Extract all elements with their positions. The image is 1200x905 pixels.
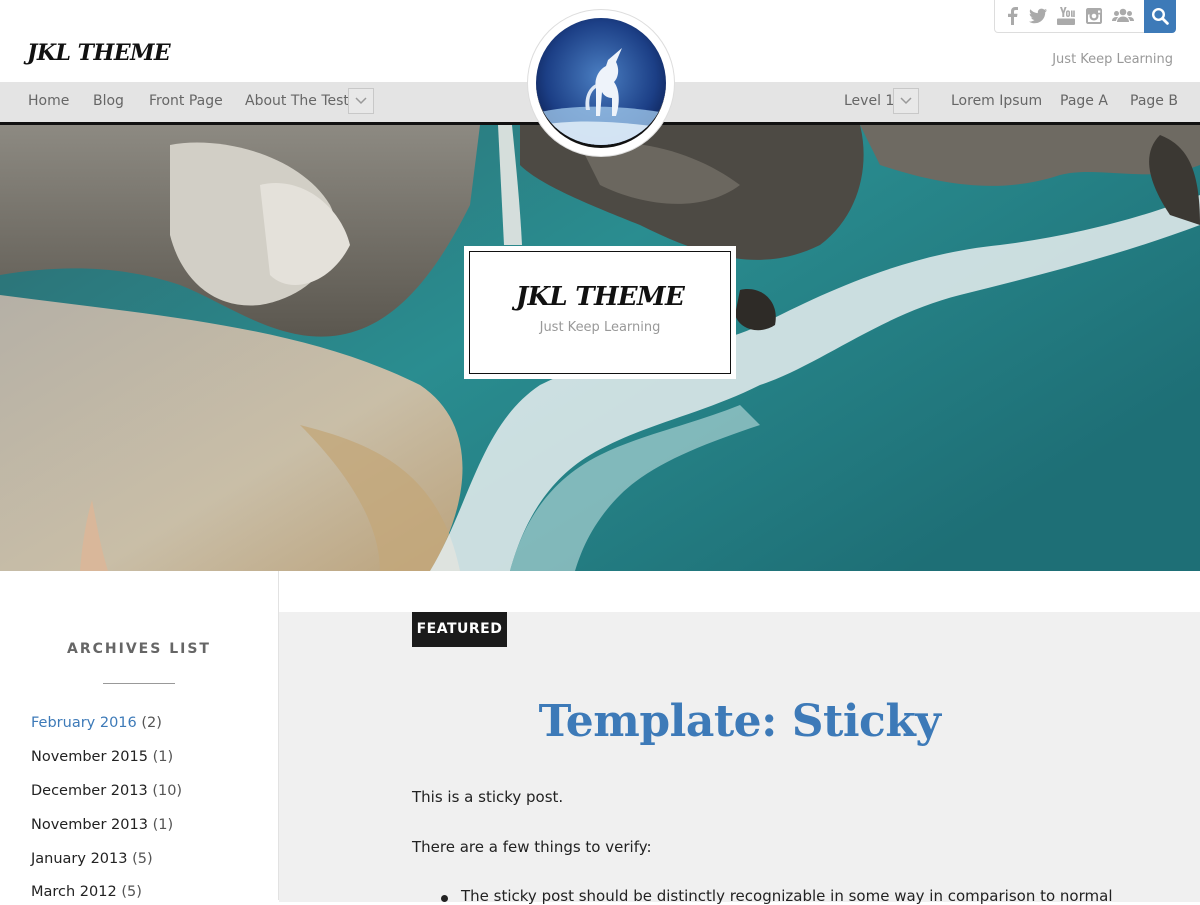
nav-about-the-tests[interactable]: About The Tests xyxy=(245,93,356,109)
post-list-item: The sticky post should be distinctly rec… xyxy=(461,887,1113,905)
archive-count: (10) xyxy=(152,783,183,799)
hero-tagline: Just Keep Learning xyxy=(539,320,661,335)
nav-level-1[interactable]: Level 1 xyxy=(844,93,894,109)
archive-item: January 2013 (5) xyxy=(31,851,153,867)
widget-title-divider xyxy=(103,683,175,684)
nav-page-a[interactable]: Page A xyxy=(1060,93,1108,109)
submenu-toggle-level-1[interactable] xyxy=(893,88,919,114)
chevron-down-icon xyxy=(355,97,367,105)
archive-link-february-2016[interactable]: February 2016 xyxy=(31,715,137,731)
instagram-icon[interactable] xyxy=(1084,6,1104,26)
social-links xyxy=(994,0,1146,33)
post-card xyxy=(279,612,1200,902)
archive-item: March 2012 (5) xyxy=(31,884,142,900)
youtube-icon[interactable] xyxy=(1056,6,1076,26)
unicorn-icon xyxy=(536,18,666,145)
users-icon[interactable] xyxy=(1112,6,1134,26)
archive-count: (1) xyxy=(152,749,174,765)
archive-count: (1) xyxy=(152,817,174,833)
site-tagline: Just Keep Learning xyxy=(1052,52,1173,67)
archive-item: December 2013 (10) xyxy=(31,783,182,799)
archive-link-march-2012[interactable]: March 2012 xyxy=(31,884,117,900)
site-title[interactable]: JKL THEME xyxy=(27,40,171,66)
nav-front-page[interactable]: Front Page xyxy=(149,93,223,109)
archive-link-november-2013[interactable]: November 2013 xyxy=(31,817,148,833)
archives-widget-title: ARCHIVES LIST xyxy=(67,641,211,657)
archive-item: February 2016 (2) xyxy=(31,715,162,731)
list-bullet xyxy=(441,895,448,902)
archive-item: November 2015 (1) xyxy=(31,749,173,765)
post-paragraph: There are a few things to verify: xyxy=(412,838,652,856)
archive-link-december-2013[interactable]: December 2013 xyxy=(31,783,148,799)
sidebar: ARCHIVES LIST February 2016 (2) November… xyxy=(0,571,279,900)
post-title[interactable]: Template: Sticky xyxy=(412,696,1067,747)
logo-image xyxy=(536,18,666,148)
featured-badge: FEATURED xyxy=(412,612,507,647)
submenu-toggle-about[interactable] xyxy=(348,88,374,114)
site-logo[interactable] xyxy=(528,10,674,156)
archive-count: (2) xyxy=(141,715,162,731)
nav-home[interactable]: Home xyxy=(28,93,69,109)
nav-blog[interactable]: Blog xyxy=(93,93,124,109)
header-image: JKL THEME Just Keep Learning xyxy=(0,125,1200,571)
hero-title-frame: JKL THEME Just Keep Learning xyxy=(469,251,731,374)
chevron-down-icon xyxy=(900,97,912,105)
post-paragraph: This is a sticky post. xyxy=(412,788,564,806)
nav-page-b[interactable]: Page B xyxy=(1130,93,1178,109)
hero-title-box: JKL THEME Just Keep Learning xyxy=(464,246,736,379)
facebook-icon[interactable] xyxy=(1003,6,1023,26)
twitter-icon[interactable] xyxy=(1028,6,1048,26)
archive-count: (5) xyxy=(121,884,142,900)
main-content: FEATURED Template: Sticky This is a stic… xyxy=(279,571,1200,905)
search-icon xyxy=(1151,7,1169,25)
archive-link-january-2013[interactable]: January 2013 xyxy=(31,851,127,867)
hero-site-title: JKL THEME xyxy=(515,282,685,312)
search-button[interactable] xyxy=(1144,0,1176,33)
archive-link-november-2015[interactable]: November 2015 xyxy=(31,749,148,765)
archive-count: (5) xyxy=(132,851,153,867)
nav-lorem-ipsum[interactable]: Lorem Ipsum xyxy=(951,93,1042,109)
archive-item: November 2013 (1) xyxy=(31,817,173,833)
